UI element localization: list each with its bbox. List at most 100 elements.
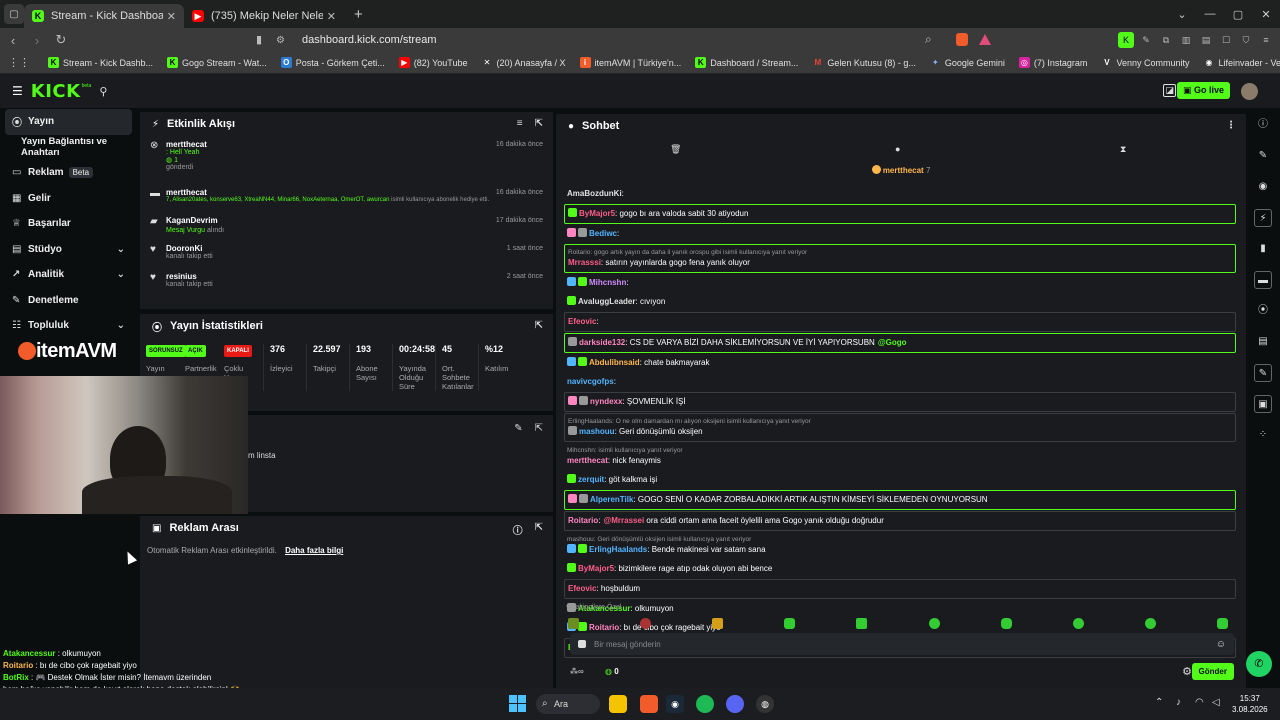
go-live-button[interactable]: ▣ Go live [1176, 82, 1230, 99]
chat-mode-icon[interactable]: ● [895, 144, 900, 154]
chat-username[interactable]: AlperenTilk [590, 495, 633, 504]
bookmark-gogo-stream[interactable]: K Gogo Stream - Wat... [167, 57, 267, 68]
extension-puzzle-icon[interactable]: ⧉ [1158, 32, 1174, 48]
bookmark-lifeinvader[interactable]: ◉ Lifeinvader - VennyV [1203, 57, 1280, 68]
chat-username[interactable]: Efeovic [568, 584, 596, 593]
chat-username[interactable]: AmaBozdunKi [567, 189, 622, 198]
emote-icon[interactable] [784, 618, 796, 629]
chat-username[interactable]: Roitario [568, 516, 598, 525]
chat-message[interactable]: zerquit: göt kalkma işi [564, 471, 1236, 489]
bookmark-venny[interactable]: V Venny Community [1101, 57, 1189, 68]
sidebar-item-analitik[interactable]: ↗ Analitik ⌄ [0, 262, 137, 288]
bookmark-icon[interactable]: ▮ [256, 33, 262, 46]
bookmark-kick-stream[interactable]: K Stream - Kick Dashb... [48, 57, 153, 68]
chat-username[interactable]: mertthecat [567, 456, 608, 465]
emote-icon[interactable] [1072, 618, 1084, 629]
brave-rewards-icon[interactable] [979, 34, 991, 45]
tab-youtube[interactable]: ▶ (735) Mekip Neler Neler 83.Bölüm İz ✕ [184, 4, 344, 28]
file-explorer-icon[interactable] [609, 695, 627, 713]
microphone-icon[interactable]: ♪ [1176, 697, 1181, 708]
chat-username[interactable]: navivcgofps [567, 377, 614, 386]
chat-input[interactable]: Bir mesaj gönderin ☺ [570, 633, 1234, 655]
avatar[interactable] [1241, 83, 1258, 100]
popout-icon[interactable]: ⇱ [535, 522, 543, 537]
settings-icon[interactable]: ⚙ [1182, 665, 1192, 678]
filter-icon[interactable]: ≡ [517, 118, 523, 129]
sidebar-item-basarilar[interactable]: ♕ Başarılar [0, 211, 137, 237]
sidebar-item-topluluk[interactable]: ☷ Topluluk ⌄ [0, 313, 137, 339]
sidebar-item-denetleme[interactable]: ✎ Denetleme [0, 288, 137, 314]
bookmark-instagram[interactable]: ◎ (7) Instagram [1018, 57, 1087, 68]
search-box[interactable]: ⌕ Ara [536, 694, 600, 714]
sidebar-item-studyo[interactable]: ▤ Stüdyo ⌄ [0, 237, 137, 263]
emote-icon[interactable] [1144, 618, 1156, 629]
url-bar[interactable]: ⚙ dashboard.kick.com/stream [276, 30, 952, 50]
popout-icon[interactable]: ⇱ [535, 423, 543, 434]
chat-message[interactable]: nyndexx: ŞOVMENLİK İŞİ [564, 392, 1236, 412]
extension-kick-icon[interactable]: K [1118, 32, 1134, 48]
chat-message[interactable]: AvaluggLeader: cıvıyon [564, 293, 1236, 311]
obs-taskbar-icon[interactable]: ◍ [756, 695, 774, 713]
more-options-icon[interactable]: ⋮ [1226, 120, 1236, 131]
brave-shield-icon[interactable] [956, 33, 968, 46]
close-window-icon[interactable]: ✕ [1252, 8, 1280, 21]
chat-message[interactable]: ByMajor5: bizimkilere rage atıp odak olu… [564, 560, 1236, 578]
send-button[interactable]: Gönder [1191, 663, 1234, 680]
tab-kick-dashboard[interactable]: K Stream - Kick Dashboard ✕ [24, 4, 184, 28]
tray-chevron-icon[interactable]: ⌃ [1155, 697, 1163, 708]
chat-mention[interactable]: @Mrrassei [603, 516, 644, 525]
tab-list-icon[interactable]: ▢ [4, 4, 24, 24]
stats-icon[interactable]: ▮ [1254, 240, 1272, 258]
sidebar-icon[interactable]: ▥ [1178, 32, 1194, 48]
chat-message[interactable]: Mihcnshn: isimli kullanıcıya yanıt veriy… [564, 443, 1236, 470]
bookmark-itemavm[interactable]: i itemAVM | Türkiye'n... [579, 57, 681, 68]
layers-icon[interactable]: ▤ [1254, 333, 1272, 351]
chat-username[interactable]: darkside132 [579, 338, 625, 347]
info-icon[interactable]: ⓘ [1254, 116, 1272, 134]
obs-icon[interactable]: ◪ [1163, 84, 1176, 97]
emote-icon[interactable] [1216, 618, 1228, 629]
extension-chat-icon[interactable]: ☐ [1218, 32, 1234, 48]
chat-message[interactable]: Roitario: gogo artık yayın da daha il ya… [564, 244, 1236, 273]
trash-icon[interactable]: 🗑 [670, 144, 681, 155]
chat-username[interactable]: Mihcnshn [589, 278, 626, 287]
chat-message[interactable]: mashouu: Geri dönüşümlü oksijen isimli k… [564, 532, 1236, 559]
chat-message[interactable]: Atakancessur: olkumuyon [564, 600, 1236, 618]
sidebar-item-stream-key[interactable]: Yayın Bağlantısı ve Anahtarı [0, 135, 137, 161]
chat-username[interactable]: Efeovic [568, 317, 596, 326]
extension-wallet-icon[interactable]: ▤ [1198, 32, 1214, 48]
ad-break-link[interactable]: Daha fazla bilgi [285, 546, 343, 555]
ad-icon[interactable]: ▣ [1254, 395, 1272, 413]
wrench-icon[interactable]: ✎ [1254, 364, 1272, 382]
sidebar-item-reklam[interactable]: ▭ Reklam Beta [0, 160, 137, 186]
maximize-icon[interactable]: ▢ [1224, 8, 1252, 21]
site-info-icon[interactable]: ⚙ [276, 35, 290, 46]
tab-search-icon[interactable]: ⌄ [1168, 8, 1196, 21]
popout-icon[interactable]: ⇱ [535, 118, 543, 129]
chat-message[interactable]: navivcgofps: [564, 373, 1236, 391]
emote-icon[interactable] [712, 618, 724, 629]
vpn-icon[interactable]: ⛉ [1238, 32, 1254, 48]
emote-icon[interactable] [1000, 618, 1012, 629]
brave-icon[interactable] [640, 695, 658, 713]
sidebar-item-gelir[interactable]: ▦ Gelir [0, 186, 137, 212]
help-fab[interactable]: ✆ [1246, 651, 1272, 677]
popout-icon[interactable]: ⇱ [535, 320, 543, 331]
sidebar-item-yayin[interactable]: ⦿ Yayın [5, 109, 132, 135]
chat-message[interactable]: ErlingHaalands: O ne olm damardan mı alı… [564, 413, 1236, 442]
chat-message[interactable]: Efeovic: [564, 312, 1236, 332]
zoom-icon[interactable]: ⌕ [925, 32, 932, 47]
clock[interactable]: 15:37 3.08.2026 [1232, 693, 1268, 715]
bookmark-outlook[interactable]: O Posta - Görkem Çeti... [280, 57, 385, 68]
camera-icon[interactable]: ◉ [1254, 178, 1272, 196]
edit-icon[interactable]: ✎ [514, 423, 522, 434]
chat-message[interactable]: Bediwc: [564, 225, 1236, 243]
chat-message[interactable]: Abdulibnsaid: chate bakmayarak [564, 354, 1236, 372]
chat-message[interactable]: Roitario: @Mrrassei ora ciddi ortam ama f… [564, 511, 1236, 531]
kick-logo[interactable]: KICK [31, 81, 81, 102]
forward-icon[interactable]: › [26, 33, 48, 48]
chat-message[interactable]: AmaBozdunKi: [564, 185, 1236, 203]
chat-username[interactable]: Abdulibnsaid [589, 358, 640, 367]
chat-message[interactable]: darkside132: CS DE VARYA BİZİ DAHA SİKLE… [564, 333, 1236, 353]
extension-pen-icon[interactable]: ✎ [1138, 32, 1154, 48]
